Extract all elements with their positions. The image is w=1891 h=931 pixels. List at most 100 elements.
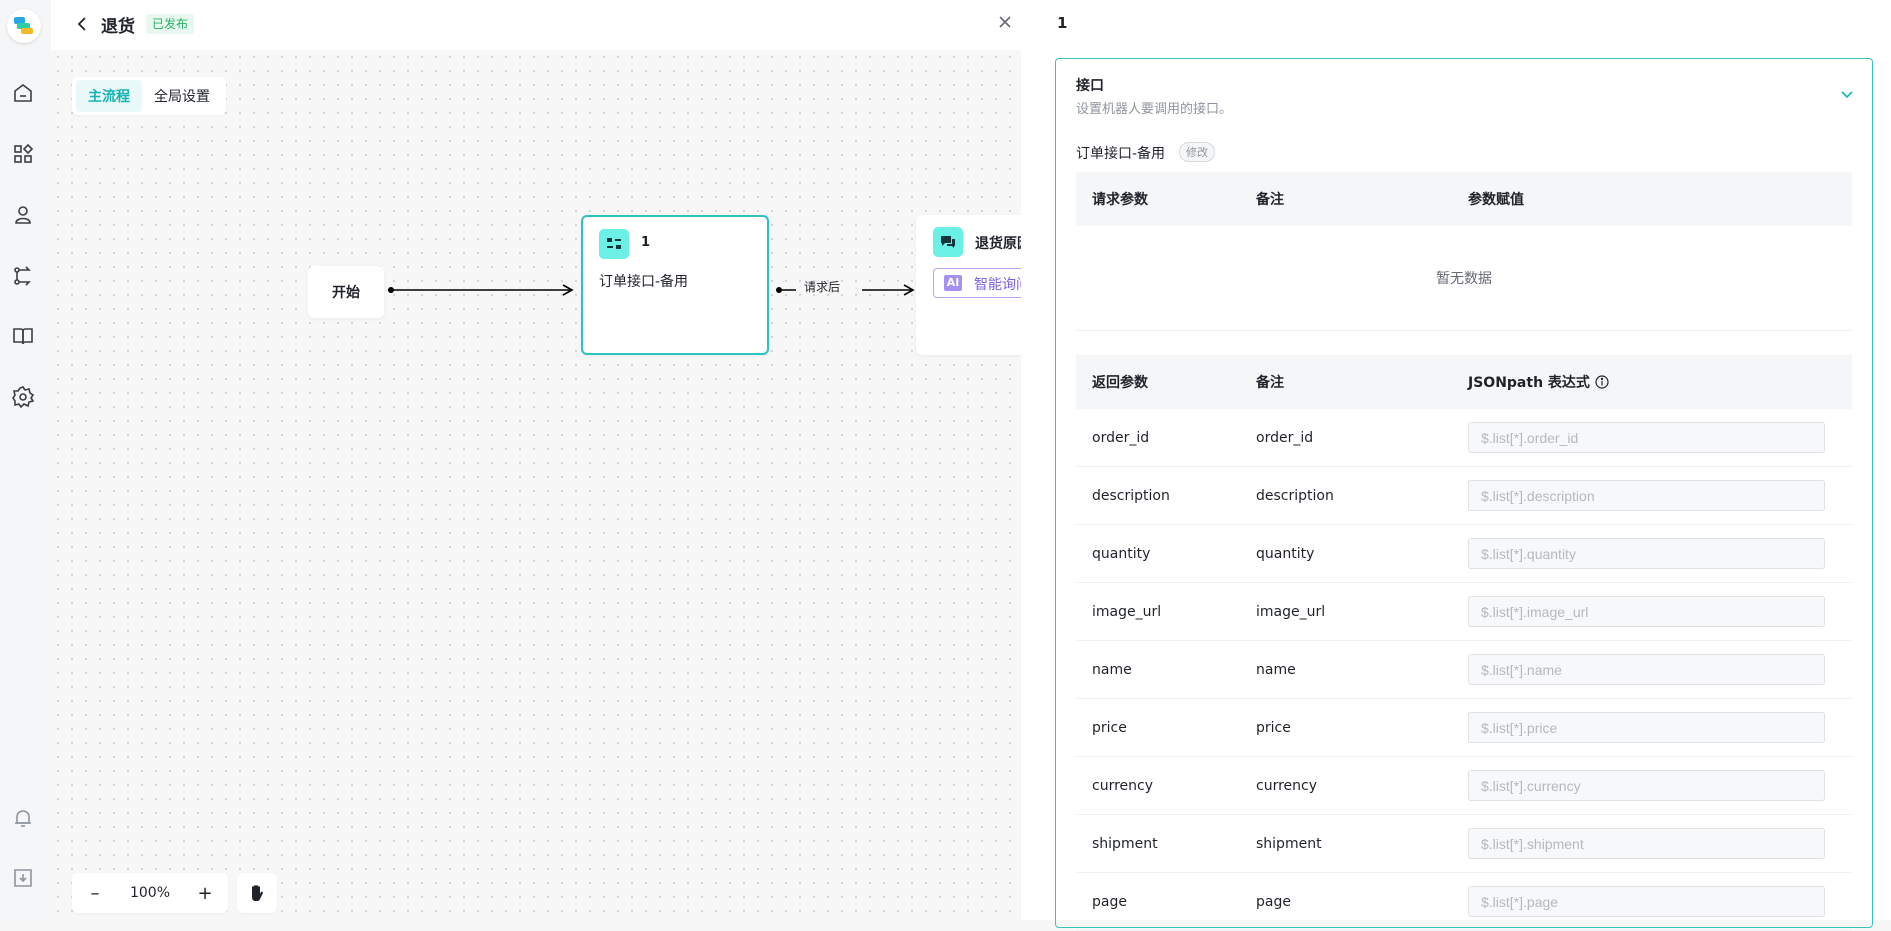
column-header: 返回参数 bbox=[1092, 375, 1148, 391]
request-params-table: 请求参数 备注 参数赋值 暂无数据 bbox=[1076, 172, 1852, 331]
ai-ask-tag[interactable]: AI 智能询问 bbox=[933, 268, 1021, 298]
table-header: 请求参数 备注 参数赋值 bbox=[1076, 172, 1852, 226]
jsonpath-cell bbox=[1468, 654, 1852, 685]
zoom-control: – 100% + bbox=[72, 873, 228, 913]
robot-icon[interactable] bbox=[11, 203, 35, 227]
table-header: 返回参数 备注 JSONpath 表达式 bbox=[1076, 355, 1852, 409]
note-cell: quantity bbox=[1256, 545, 1315, 562]
book-icon[interactable] bbox=[11, 324, 35, 348]
section-description: 设置机器人要调用的接口。 bbox=[1076, 102, 1233, 117]
return-param-cell: page bbox=[1092, 893, 1127, 910]
logo-icon bbox=[14, 17, 33, 34]
ai-badge: AI bbox=[944, 275, 962, 291]
jsonpath-input[interactable] bbox=[1468, 538, 1825, 569]
api-node-title: 1 bbox=[641, 235, 651, 250]
note-cell: page bbox=[1256, 893, 1291, 910]
table-row: page page bbox=[1076, 873, 1852, 931]
response-params-table: 返回参数 备注 JSONpath 表达式 order_id order_iddes… bbox=[1076, 355, 1852, 931]
table-row: shipment shipment bbox=[1076, 815, 1852, 873]
jsonpath-cell bbox=[1468, 596, 1852, 627]
jsonpath-input[interactable] bbox=[1468, 886, 1825, 917]
jsonpath-input[interactable] bbox=[1468, 654, 1825, 685]
chevron-left-icon[interactable] bbox=[73, 14, 93, 34]
table-row: price price bbox=[1076, 699, 1852, 757]
gear-icon[interactable] bbox=[11, 385, 35, 409]
edit-api-button[interactable]: 修改 bbox=[1179, 142, 1215, 162]
jsonpath-cell bbox=[1468, 770, 1852, 801]
jsonpath-cell bbox=[1468, 538, 1852, 569]
selected-api-name: 订单接口-备用 bbox=[1076, 146, 1166, 162]
jsonpath-input[interactable] bbox=[1468, 480, 1825, 511]
chat-icon bbox=[933, 227, 963, 257]
editor-header: 退货 已发布 bbox=[51, 0, 1021, 50]
note-cell: order_id bbox=[1256, 429, 1314, 446]
chevron-down-icon[interactable] bbox=[1838, 85, 1856, 103]
note-cell: name bbox=[1256, 661, 1296, 678]
return-param-cell: price bbox=[1092, 719, 1127, 736]
edge-label: 请求后 bbox=[804, 280, 841, 294]
note-cell: description bbox=[1256, 487, 1334, 504]
table-row: description description bbox=[1076, 467, 1852, 525]
zoom-out-button[interactable]: – bbox=[86, 883, 104, 904]
return-reason-node-title: 退货原因 bbox=[975, 236, 1021, 252]
note-cell: currency bbox=[1256, 777, 1317, 794]
panel-node-name[interactable]: 1 bbox=[1057, 14, 1067, 32]
jsonpath-cell bbox=[1468, 828, 1852, 859]
info-icon[interactable] bbox=[1595, 375, 1609, 389]
flow-canvas[interactable]: 主流程 全局设置 请求后 开始 1 订单接口-备用 退货原因 AI 智能询问 –… bbox=[51, 50, 1021, 920]
response-rows: order_id order_id description description qu… bbox=[1076, 409, 1852, 931]
download-icon[interactable] bbox=[11, 866, 35, 890]
zoom-in-button[interactable]: + bbox=[196, 883, 214, 904]
apps-icon[interactable] bbox=[11, 142, 35, 166]
flow-icon[interactable] bbox=[11, 264, 35, 288]
return-param-cell: description bbox=[1092, 487, 1170, 504]
empty-state: 暂无数据 bbox=[1076, 226, 1852, 331]
status-badge: 已发布 bbox=[146, 14, 195, 34]
jsonpath-cell bbox=[1468, 422, 1852, 453]
jsonpath-cell bbox=[1468, 480, 1852, 511]
api-node-icon bbox=[599, 229, 629, 259]
node-config-panel: 1 接口 设置机器人要调用的接口。 订单接口-备用 修改 请求参数 备注 参数赋… bbox=[1021, 0, 1891, 931]
column-header-label: JSONpath 表达式 bbox=[1468, 375, 1590, 391]
jsonpath-input[interactable] bbox=[1468, 828, 1825, 859]
api-section: 接口 设置机器人要调用的接口。 订单接口-备用 修改 请求参数 备注 参数赋值 … bbox=[1055, 58, 1873, 931]
ai-ask-label: 智能询问 bbox=[974, 277, 1021, 293]
api-node-subtitle: 订单接口-备用 bbox=[599, 274, 689, 290]
table-row: currency currency bbox=[1076, 757, 1852, 815]
jsonpath-cell bbox=[1468, 712, 1852, 743]
flow-edges bbox=[388, 284, 915, 296]
return-param-cell: shipment bbox=[1092, 835, 1158, 852]
section-title: 接口 bbox=[1076, 78, 1104, 94]
jsonpath-input[interactable] bbox=[1468, 422, 1825, 453]
return-param-cell: image_url bbox=[1092, 603, 1162, 620]
jsonpath-input[interactable] bbox=[1468, 712, 1825, 743]
table-row: order_id order_id bbox=[1076, 409, 1852, 467]
column-header: 参数赋值 bbox=[1468, 192, 1524, 208]
hand-tool-button[interactable] bbox=[237, 873, 277, 913]
return-param-cell: name bbox=[1092, 661, 1132, 678]
hand-icon bbox=[252, 885, 263, 901]
return-param-cell: currency bbox=[1092, 777, 1153, 794]
sidebar bbox=[0, 0, 52, 920]
column-header: 请求参数 bbox=[1092, 192, 1148, 208]
return-reason-node[interactable]: 退货原因 AI 智能询问 bbox=[916, 215, 1021, 355]
return-param-cell: quantity bbox=[1092, 545, 1151, 562]
start-node[interactable]: 开始 bbox=[308, 266, 384, 318]
note-cell: shipment bbox=[1256, 835, 1322, 852]
close-icon[interactable] bbox=[995, 12, 1015, 32]
jsonpath-input[interactable] bbox=[1468, 596, 1825, 627]
jsonpath-cell bbox=[1468, 886, 1852, 917]
return-param-cell: order_id bbox=[1092, 429, 1150, 446]
table-row: quantity quantity bbox=[1076, 525, 1852, 583]
bell-icon[interactable] bbox=[11, 806, 35, 830]
jsonpath-input[interactable] bbox=[1468, 770, 1825, 801]
column-header: 备注 bbox=[1256, 375, 1284, 391]
page-title: 退货 bbox=[101, 17, 135, 37]
column-header: 备注 bbox=[1256, 192, 1284, 208]
app-logo[interactable] bbox=[7, 9, 41, 43]
home-icon[interactable] bbox=[11, 81, 35, 105]
table-row: image_url image_url bbox=[1076, 583, 1852, 641]
note-cell: price bbox=[1256, 719, 1291, 736]
column-header-jsonpath: JSONpath 表达式 bbox=[1468, 372, 1852, 392]
api-node[interactable]: 1 订单接口-备用 bbox=[581, 215, 769, 355]
